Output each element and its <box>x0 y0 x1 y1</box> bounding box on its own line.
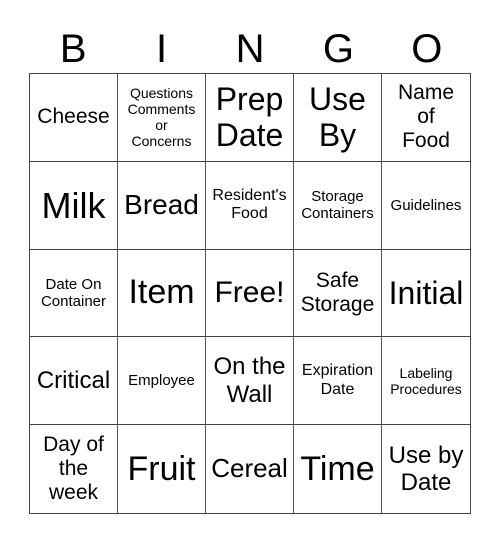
bingo-cell-text: Time <box>300 449 375 488</box>
bingo-cell[interactable]: Prep Date <box>206 74 294 162</box>
bingo-cell[interactable]: Labeling Procedures <box>382 337 470 426</box>
bingo-cell[interactable]: Day of the week <box>30 425 118 513</box>
bingo-cell-text: Guidelines <box>390 196 462 214</box>
bingo-cell-text: Cereal <box>211 453 288 484</box>
bingo-cell-text: Use by Date <box>388 441 464 497</box>
bingo-cell-text: Cheese <box>37 105 110 129</box>
bingo-cell-text: Storage Containers <box>301 187 374 223</box>
bingo-cell-text: Expiration Date <box>301 362 374 398</box>
bingo-cell-text: Use By <box>309 80 366 154</box>
header-letter-o: O <box>411 27 443 71</box>
bingo-cell-text: Critical <box>36 366 111 394</box>
bingo-cell[interactable]: Use by Date <box>382 425 470 513</box>
bingo-cell[interactable]: On the Wall <box>206 337 294 426</box>
bingo-cell-text: Initial <box>388 274 464 311</box>
bingo-cell[interactable]: Cereal <box>206 425 294 513</box>
bingo-cell[interactable]: Date On Container <box>30 249 118 338</box>
header-letter-g: G <box>322 27 354 71</box>
bingo-cell-text: Employee <box>128 372 195 390</box>
bingo-cell-text: Prep Date <box>215 80 284 154</box>
bingo-cell-text: Fruit <box>127 449 196 488</box>
bingo-cell[interactable]: Resident's Food <box>206 161 294 250</box>
bingo-cell-text: Milk <box>41 184 106 226</box>
bingo-cell-text: Item <box>128 273 195 312</box>
bingo-cell[interactable]: Name of Food <box>382 74 470 162</box>
header-letter-b: B <box>59 27 87 71</box>
bingo-cell[interactable]: Cheese <box>30 74 118 162</box>
bingo-cell-text: Free! <box>214 275 285 309</box>
bingo-cell[interactable]: Expiration Date <box>294 337 382 426</box>
bingo-cell[interactable]: Fruit <box>118 425 206 513</box>
bingo-cell-text: Resident's Food <box>212 186 287 223</box>
header-letter-n: N <box>235 27 265 71</box>
bingo-cell[interactable]: Time <box>294 425 382 513</box>
bingo-cell[interactable]: Use By <box>294 74 382 162</box>
bingo-cell[interactable]: Employee <box>118 337 206 426</box>
bingo-cell-text: Date On Container <box>40 275 107 310</box>
header-letter-i: I <box>156 27 168 71</box>
bingo-cell[interactable]: Safe Storage <box>294 249 382 338</box>
bingo-cell-text: On the Wall <box>213 353 286 408</box>
bingo-cell-text: Name of Food <box>397 81 455 153</box>
bingo-cell-text: Bread <box>124 189 199 221</box>
bingo-cell-text: Questions Comments or Concerns <box>127 85 196 150</box>
bingo-header: B I N G O <box>29 26 471 72</box>
bingo-cell[interactable]: Milk <box>30 161 118 250</box>
bingo-cell[interactable]: Item <box>118 249 206 338</box>
bingo-cell-text: Day of the week <box>43 432 104 505</box>
bingo-cell[interactable]: Bread <box>118 161 206 250</box>
bingo-cell-text: Labeling Procedures <box>390 364 462 397</box>
bingo-cell[interactable]: Initial <box>382 250 470 338</box>
bingo-cell[interactable]: Questions Comments or Concerns <box>118 74 206 162</box>
bingo-cell[interactable]: Guidelines <box>382 162 470 250</box>
bingo-card-grid: Cheese Questions Comments or Concerns Prep Dat… <box>29 73 471 514</box>
bingo-cell[interactable]: Critical <box>30 337 118 426</box>
bingo-cell[interactable]: Storage Containers <box>294 161 382 250</box>
bingo-cell-text: Safe Storage <box>300 268 375 316</box>
bingo-cell[interactable]: Free! <box>206 249 294 338</box>
